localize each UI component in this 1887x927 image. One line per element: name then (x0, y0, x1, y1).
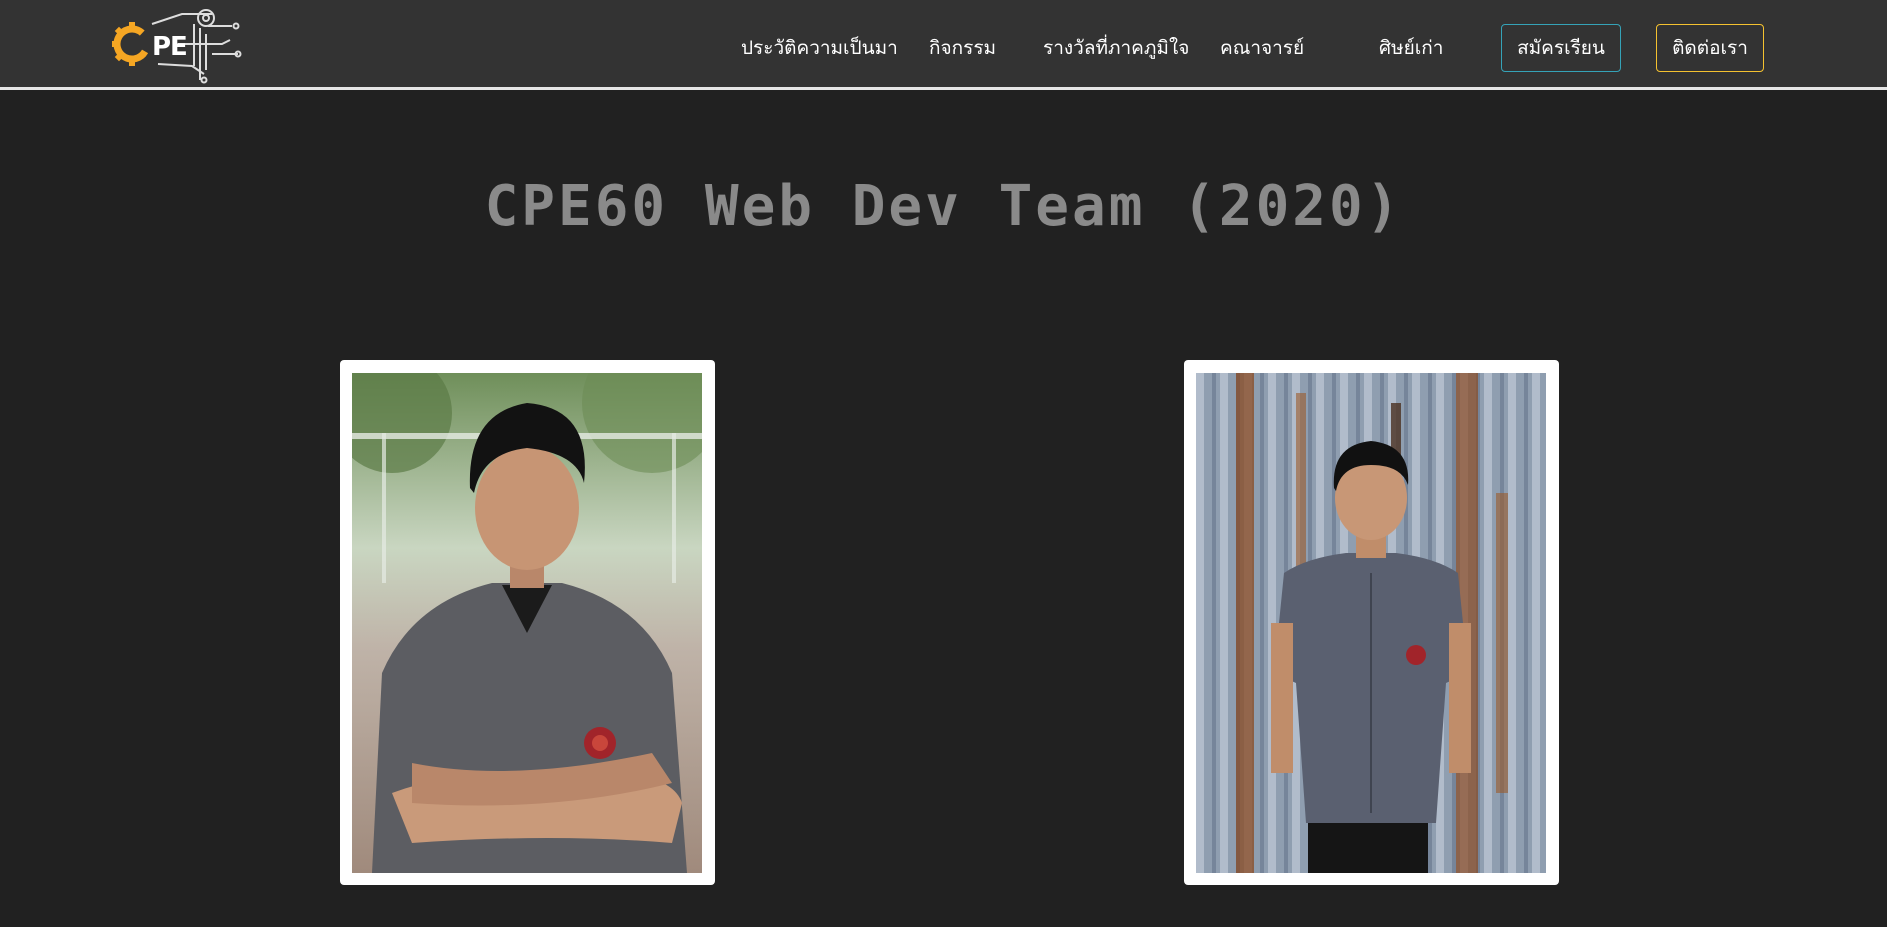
svg-text:E: E (170, 32, 188, 62)
svg-text:P: P (152, 32, 171, 62)
nav-awards[interactable]: รางวัลที่ภาคภูมิใจ (1043, 34, 1189, 62)
nav-faculty[interactable]: คณาจารย์ (1220, 34, 1304, 62)
team-member-card (1184, 360, 1559, 885)
contact-button[interactable]: ติดต่อเรา (1656, 24, 1764, 72)
cpe-logo[interactable]: P E (112, 4, 242, 86)
navbar: P E ประวัติความเป็นมา กิจกรรม รางวัลที่ภ… (0, 0, 1887, 90)
portrait-arms-crossed-photo (352, 373, 702, 873)
page-title: CPE60 Web Dev Team (2020) (484, 174, 1403, 239)
apply-button[interactable]: สมัครเรียน (1501, 24, 1621, 72)
nav-alumni[interactable]: ศิษย์เก่า (1379, 34, 1443, 62)
portrait-standing-rusty-wall-photo (1196, 373, 1546, 873)
cpe-logo-icon: P E (112, 9, 242, 84)
nav-activities[interactable]: กิจกรรม (929, 34, 996, 62)
nav-history[interactable]: ประวัติความเป็นมา (741, 34, 898, 62)
team-member-card (340, 360, 715, 885)
